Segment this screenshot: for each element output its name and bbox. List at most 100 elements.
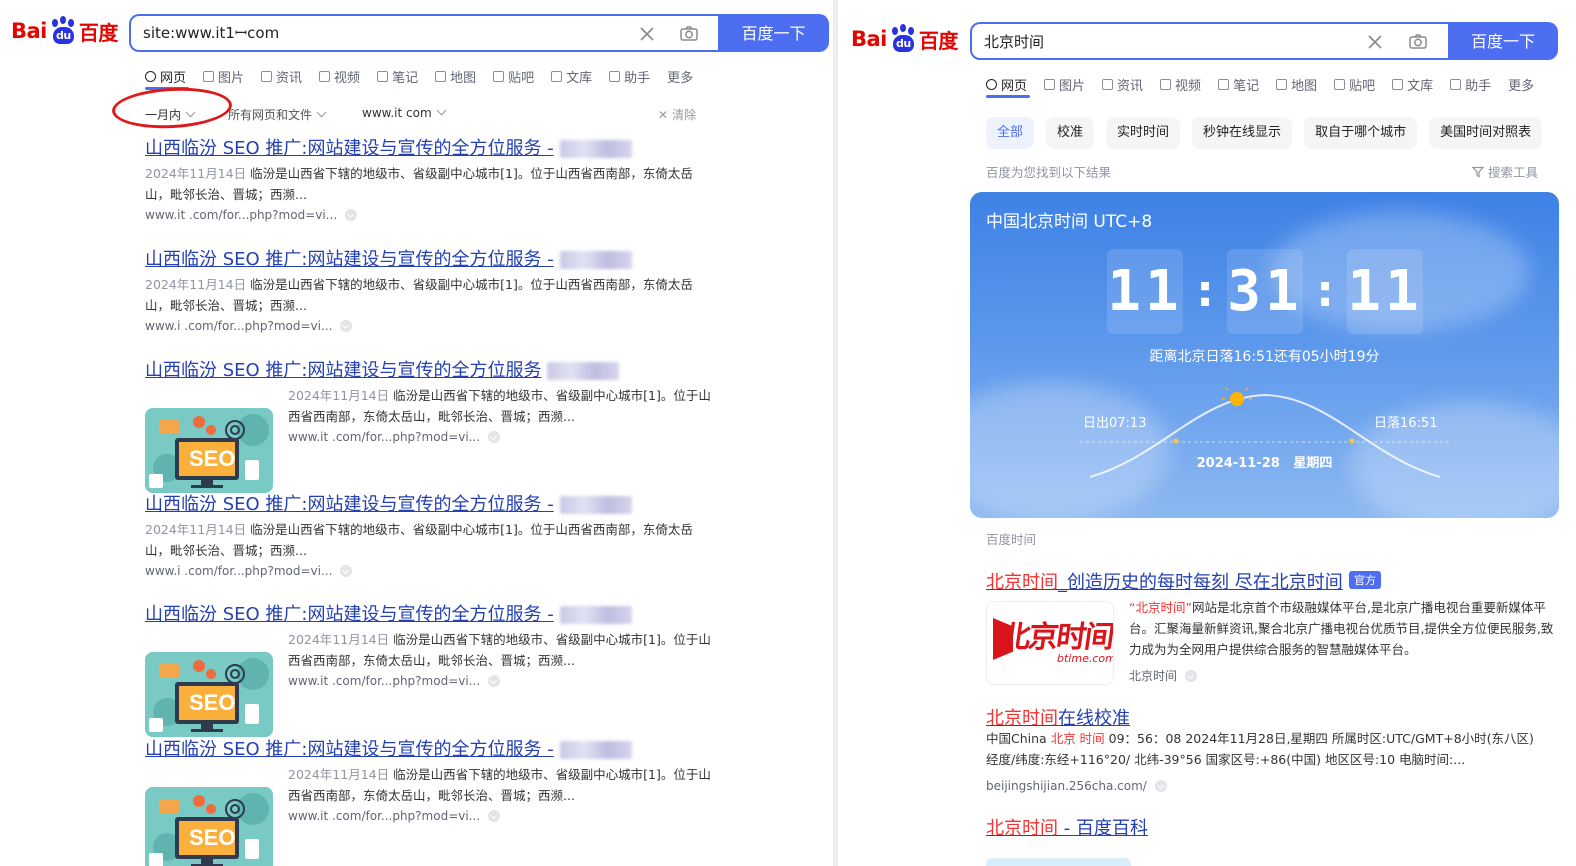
query-chip[interactable]: 全部 [986, 117, 1035, 149]
tab-7[interactable]: 贴吧 [1334, 75, 1375, 94]
more-icon[interactable] [345, 209, 358, 221]
tab-label: 笔记 [392, 71, 419, 86]
tab-icon [1044, 79, 1056, 90]
query-chip[interactable]: 取自于哪个城市 [1304, 117, 1418, 149]
result-title-btime[interactable]: 北京时间_创造历史的每时每刻 尽在北京时间 [986, 568, 1343, 594]
btime-logo-image[interactable]: 北京时间 btime.com [986, 601, 1114, 685]
tab-8[interactable]: 文库 [1392, 75, 1433, 94]
result-title[interactable]: 山西临汾 SEO 推广:网站建设与宣传的全方位服务 [145, 356, 620, 382]
tab-label: 助手 [624, 71, 651, 86]
tab-3[interactable]: 资讯 [1102, 75, 1143, 94]
seo-thumbnail[interactable]: SEO [145, 408, 273, 493]
tab-label: 图片 [1059, 79, 1086, 94]
result-title[interactable]: 山西临汾 SEO 推广:网站建设与宣传的全方位服务 - [145, 490, 632, 516]
result-url[interactable]: www.i .com/for...php?mod=vi... [145, 319, 715, 333]
tab-10[interactable]: 更多 [667, 67, 693, 86]
tab-icon [1218, 79, 1230, 90]
tab-icon [261, 71, 273, 82]
seo-thumbnail[interactable]: SEO [145, 652, 273, 737]
search-result: 山西临汾 SEO 推广:网站建设与宣传的全方位服务 - 2024年11月14日 临汾… [145, 134, 715, 222]
seo-thumbnail[interactable]: SEO [145, 787, 273, 866]
tab-2[interactable]: 图片 [203, 67, 244, 86]
tab-9[interactable]: 助手 [1450, 75, 1491, 94]
tab-5[interactable]: 笔记 [377, 67, 418, 86]
tab-icon [203, 71, 215, 82]
search-input[interactable] [984, 24, 1344, 58]
camera-icon[interactable] [679, 24, 699, 44]
tab-2[interactable]: 图片 [1044, 75, 1085, 94]
more-icon[interactable] [340, 320, 353, 332]
query-chip[interactable]: 校准 [1046, 117, 1095, 149]
result-title-calibration[interactable]: 北京时间在线校准 [986, 704, 1130, 730]
result-snippet: 2024年11月14日 临汾是山西省下辖的地级市、省级副中心城市[1]。位于山西省… [145, 522, 693, 558]
result-url[interactable]: www.i .com/for...php?mod=vi... [145, 564, 715, 578]
clear-icon[interactable] [1365, 32, 1385, 52]
card-source: 百度时间 [986, 532, 1037, 547]
result-title[interactable]: 山西临汾 SEO 推广:网站建设与宣传的全方位服务 - [145, 245, 632, 271]
search-tabs: 网页 图片 资讯 视频 笔记 地图 贴吧 文库 助手 更多 [986, 75, 1551, 94]
tab-5[interactable]: 笔记 [1218, 75, 1259, 94]
tab-6[interactable]: 地图 [435, 67, 476, 86]
tab-icon [1450, 79, 1462, 90]
tab-icon [377, 71, 389, 82]
query-chip[interactable]: 秒钟在线显示 [1192, 117, 1293, 149]
more-icon[interactable] [340, 565, 353, 577]
search-icon [145, 71, 156, 82]
tab-icon [1392, 79, 1404, 90]
tab-4[interactable]: 视频 [319, 67, 360, 86]
result-url-calibration[interactable]: beijingshijian.256cha.com/ [986, 779, 1167, 793]
tab-4[interactable]: 视频 [1160, 75, 1201, 94]
tab-3[interactable]: 资讯 [261, 67, 302, 86]
search-result: 山西临汾 SEO 推广:网站建设与宣传的全方位服务 - SEO 2024年11月14… [145, 735, 715, 866]
sunset-countdown: 距离北京日落16:51还有05小时19分 [1149, 349, 1380, 365]
search-tools-button[interactable]: 搜索工具 [1471, 162, 1538, 181]
tab-9[interactable]: 助手 [609, 67, 650, 86]
result-url[interactable]: www.it .com/for...php?mod=vi... [288, 674, 715, 688]
paw-icon: du [48, 16, 78, 46]
result-title-baike[interactable]: 北京时间 - 百度百科 [986, 814, 1148, 840]
more-icon[interactable] [488, 810, 501, 822]
file-filter[interactable]: 所有网页和文件 [228, 106, 327, 123]
official-badge: 官方 [1349, 571, 1381, 589]
baidu-logo[interactable]: Bai du 百度 [851, 24, 958, 54]
right-browser-pane: Bai du 百度 百度一下 网页 图片 资讯 视频 笔记 地图 贴吧 文库 助手 更多 全部校准… [838, 0, 1576, 866]
camera-icon[interactable] [1408, 32, 1428, 52]
tab-icon [1334, 79, 1346, 90]
result-site-btime[interactable]: 北京时间 [1129, 667, 1198, 684]
result-title[interactable]: 山西临汾 SEO 推广:网站建设与宣传的全方位服务 - [145, 134, 632, 160]
logo-text: Bai [11, 19, 47, 43]
tab-icon [493, 71, 505, 82]
tab-icon [319, 71, 331, 82]
clear-icon[interactable] [637, 24, 657, 44]
tab-label: 更多 [1508, 79, 1535, 94]
result-url[interactable]: www.it .com/for...php?mod=vi... [288, 809, 715, 823]
clear-filters[interactable]: ✕ 清除 [658, 106, 696, 123]
tab-label: 更多 [667, 71, 694, 86]
sun-path-graph [1080, 387, 1450, 478]
more-icon[interactable] [488, 431, 501, 443]
search-box [129, 14, 718, 52]
tab-1[interactable]: 网页 [986, 75, 1027, 94]
tab-8[interactable]: 文库 [551, 67, 592, 86]
query-chip[interactable]: 实时时间 [1106, 117, 1181, 149]
result-url[interactable]: www.it .com/for...php?mod=vi... [288, 430, 715, 444]
active-tab-underline [145, 87, 189, 90]
tab-6[interactable]: 地图 [1276, 75, 1317, 94]
query-chip[interactable]: 美国时间对照表 [1429, 117, 1543, 149]
tab-7[interactable]: 贴吧 [493, 67, 534, 86]
result-title[interactable]: 山西临汾 SEO 推广:网站建设与宣传的全方位服务 - [145, 600, 632, 626]
search-input[interactable] [143, 16, 623, 50]
site-filter[interactable]: www.it com [362, 105, 447, 120]
tab-1[interactable]: 网页 [145, 67, 186, 86]
search-button[interactable]: 百度一下 [1448, 22, 1558, 60]
tab-10[interactable]: 更多 [1508, 75, 1534, 94]
time-filter[interactable]: 一月内 [145, 106, 196, 123]
more-icon[interactable] [488, 675, 501, 687]
blurred-text [559, 606, 632, 624]
digital-clock: 11 : 31 : 11 [1107, 249, 1423, 334]
tab-icon [551, 71, 563, 82]
result-title[interactable]: 山西临汾 SEO 推广:网站建设与宣传的全方位服务 - [145, 735, 632, 761]
search-button[interactable]: 百度一下 [718, 14, 829, 52]
result-url[interactable]: www.it .com/for...php?mod=vi... [145, 208, 715, 222]
baidu-logo[interactable]: Bai du 百度 [11, 16, 118, 46]
